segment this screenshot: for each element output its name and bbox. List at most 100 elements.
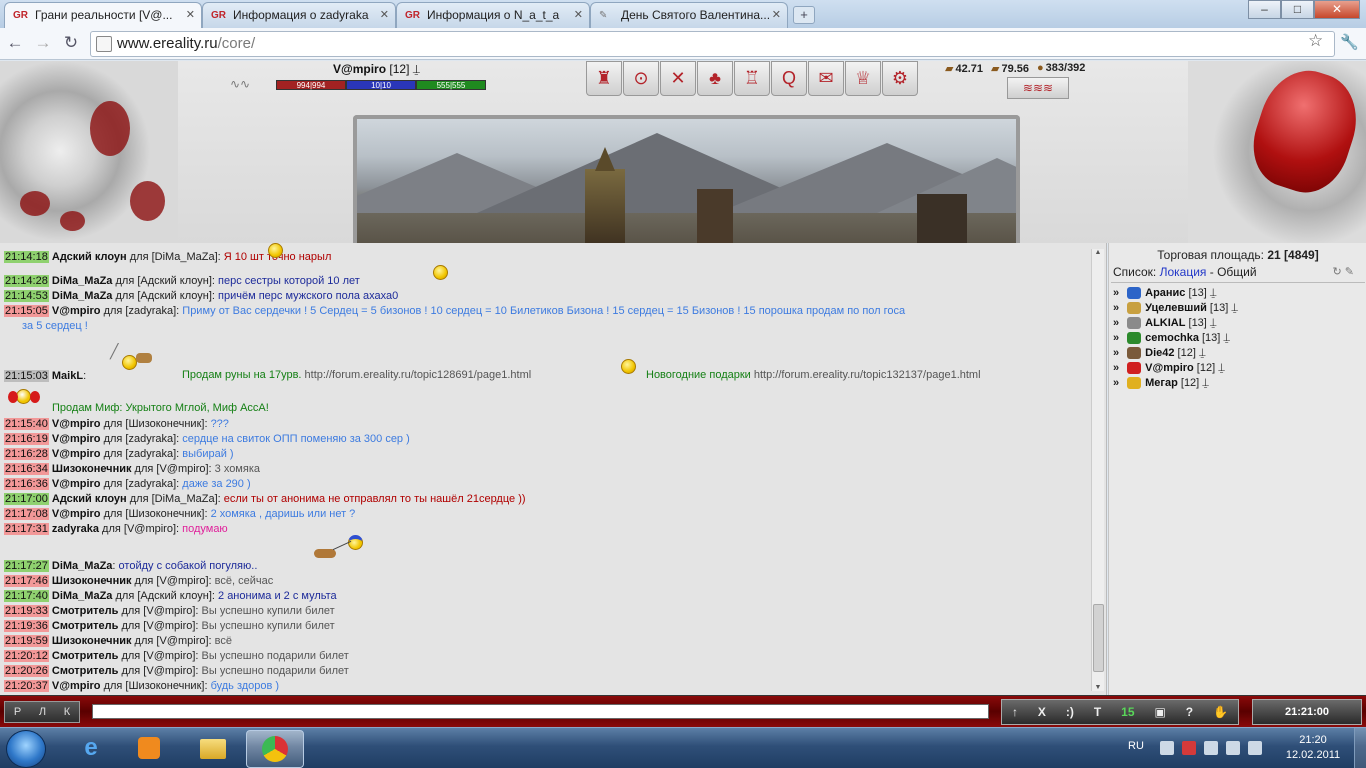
user-list-item[interactable]: » Уцелевший [13] ⍊: [1113, 302, 1238, 315]
chat-timestamp[interactable]: 21:15:03: [4, 370, 49, 382]
chat-nick[interactable]: Смотритель: [52, 665, 119, 677]
tray-volume-icon[interactable]: [1248, 741, 1262, 755]
chat-nick[interactable]: zadyraka: [52, 523, 99, 535]
close-tab-icon[interactable]: ✕: [772, 3, 781, 27]
scroll-up-icon[interactable]: ▲: [1092, 249, 1104, 256]
chat-nick[interactable]: Смотритель: [52, 620, 119, 632]
city-menu-icon[interactable]: ♖: [734, 61, 770, 96]
chat-timestamp[interactable]: 21:19:33: [4, 605, 49, 617]
close-tab-icon[interactable]: ✕: [574, 3, 583, 27]
chat-timestamp[interactable]: 21:16:28: [4, 448, 49, 460]
user-list-item[interactable]: » V@mpiro [12] ⍊: [1113, 362, 1225, 375]
system-clock[interactable]: 21:20 12.02.2011: [1278, 733, 1348, 763]
tray-device-icon[interactable]: [1204, 741, 1218, 755]
chat-nick[interactable]: V@mpiro: [52, 680, 101, 692]
private-message-arrow-icon[interactable]: »: [1113, 317, 1119, 329]
chat-nick[interactable]: V@mpiro: [52, 478, 101, 490]
settings-menu-icon[interactable]: ⚙: [882, 61, 918, 96]
chat-timestamp[interactable]: 21:17:27: [4, 560, 49, 572]
chat-nick[interactable]: DiMa_MaZa: [52, 590, 113, 602]
tab-ereality[interactable]: GR Грани реальности [V@... ✕: [4, 2, 202, 28]
tray-arrow-icon[interactable]: [1160, 741, 1174, 755]
tray-monitor-icon[interactable]: [1226, 741, 1240, 755]
user-list-item[interactable]: » cemochka [13] ⍊: [1113, 332, 1230, 345]
forward-arrow-icon[interactable]: →: [32, 33, 54, 53]
hand-icon[interactable]: ✋: [1213, 705, 1228, 719]
user-name[interactable]: cemochka: [1145, 332, 1199, 344]
character-menu-icon[interactable]: ♜: [586, 61, 622, 96]
chat-timestamp[interactable]: 21:16:34: [4, 463, 49, 475]
new-tab-button[interactable]: +: [793, 6, 815, 24]
user-name[interactable]: ALKIAL: [1145, 317, 1185, 329]
extra-menu-icon[interactable]: ≋≋≋: [1007, 77, 1069, 99]
scroll-down-icon[interactable]: ▼: [1092, 684, 1104, 691]
refresh-icon[interactable]: ↻: [1333, 266, 1342, 278]
chat-timestamp[interactable]: 21:17:08: [4, 508, 49, 520]
close-window-button[interactable]: ✕: [1314, 0, 1360, 19]
inventory-menu-icon[interactable]: ⊙: [623, 61, 659, 96]
chat-timestamp[interactable]: 21:17:46: [4, 575, 49, 587]
chat-timestamp[interactable]: 21:19:59: [4, 635, 49, 647]
mail-menu-icon[interactable]: ✉: [808, 61, 844, 96]
private-message-arrow-icon[interactable]: »: [1113, 377, 1119, 389]
forum-link-2[interactable]: http://forum.ereality.ru/topic132137/pag…: [754, 369, 981, 381]
chat-timestamp[interactable]: 21:19:36: [4, 620, 49, 632]
chat-timestamp[interactable]: 21:17:40: [4, 590, 49, 602]
chat-nick[interactable]: V@mpiro: [52, 448, 101, 460]
private-message-arrow-icon[interactable]: »: [1113, 332, 1119, 344]
refresh-counter[interactable]: 15: [1121, 705, 1134, 719]
minimize-button[interactable]: –: [1248, 0, 1281, 19]
chat-timestamp[interactable]: 21:14:18: [4, 251, 49, 263]
back-arrow-icon[interactable]: ←: [4, 33, 26, 53]
private-message-arrow-icon[interactable]: »: [1113, 287, 1119, 299]
wrench-icon[interactable]: 🔧: [1340, 33, 1359, 51]
search-menu-icon[interactable]: Q: [771, 61, 807, 96]
chat-timestamp[interactable]: 21:14:53: [4, 290, 49, 302]
chat-timestamp[interactable]: 21:17:00: [4, 493, 49, 505]
help-icon[interactable]: ?: [1186, 705, 1193, 719]
user-info-icon[interactable]: ⍊: [1210, 287, 1217, 299]
chat-timestamp[interactable]: 21:17:31: [4, 523, 49, 535]
info-icon[interactable]: ⍊: [413, 62, 420, 76]
chat-timestamp[interactable]: 21:20:12: [4, 650, 49, 662]
chat-nick[interactable]: Шизоконечник: [52, 575, 132, 587]
close-tab-icon[interactable]: ✕: [380, 3, 389, 27]
start-button-icon[interactable]: [6, 730, 46, 768]
user-name[interactable]: Аранис: [1145, 287, 1185, 299]
user-info-icon[interactable]: ⍊: [1218, 362, 1225, 374]
private-message-arrow-icon[interactable]: »: [1113, 362, 1119, 374]
bookmark-star-icon[interactable]: ☆: [1308, 31, 1323, 51]
user-name[interactable]: V@mpiro: [1145, 362, 1194, 374]
user-list-item[interactable]: » Мегар [12] ⍊: [1113, 377, 1209, 390]
chat-nick[interactable]: Шизоконечник: [52, 463, 132, 475]
user-name[interactable]: Die42: [1145, 347, 1174, 359]
tab-info-zadyraka[interactable]: GR Информация о zadyraka ✕: [202, 2, 396, 28]
chat-nick[interactable]: V@mpiro: [52, 508, 101, 520]
user-list-item[interactable]: » ALKIAL [13] ⍊: [1113, 317, 1217, 330]
chat-nick[interactable]: Шизоконечник: [52, 635, 132, 647]
user-info-icon[interactable]: ⍊: [1231, 302, 1238, 314]
clan-menu-icon[interactable]: ♣: [697, 61, 733, 96]
close-tab-icon[interactable]: ✕: [186, 3, 195, 27]
chat-nick[interactable]: DiMa_MaZa: [52, 275, 113, 287]
chat-nick[interactable]: V@mpiro: [52, 433, 101, 445]
internet-explorer-icon[interactable]: e: [62, 730, 120, 768]
user-list-item[interactable]: » Аранис [13] ⍊: [1113, 287, 1217, 300]
chat-nick[interactable]: DiMa_MaZa: [52, 560, 113, 572]
channel-k-button[interactable]: К: [64, 702, 70, 722]
chat-nick[interactable]: V@mpiro: [52, 305, 101, 317]
chat-timestamp[interactable]: 21:20:37: [4, 680, 49, 692]
user-info-icon[interactable]: ⍊: [1202, 377, 1209, 389]
clear-button[interactable]: X: [1038, 705, 1046, 719]
chat-nick[interactable]: Адский клоун: [52, 493, 127, 505]
tab-info-nata[interactable]: GR Информация о N_a_t_a ✕: [396, 2, 590, 28]
user-info-icon[interactable]: ⍊: [1223, 332, 1230, 344]
show-desktop-button[interactable]: [1354, 728, 1366, 768]
chat-timestamp[interactable]: 21:15:05: [4, 305, 49, 317]
user-name[interactable]: Уцелевший: [1145, 302, 1207, 314]
user-list-item[interactable]: » Die42 [12] ⍊: [1113, 347, 1206, 360]
chat-timestamp[interactable]: 21:16:36: [4, 478, 49, 490]
character-name[interactable]: V@mpiro [12] ⍊: [333, 62, 420, 77]
reload-icon[interactable]: ↻: [60, 33, 82, 53]
chat-nick[interactable]: DiMa_MaZa: [52, 290, 113, 302]
